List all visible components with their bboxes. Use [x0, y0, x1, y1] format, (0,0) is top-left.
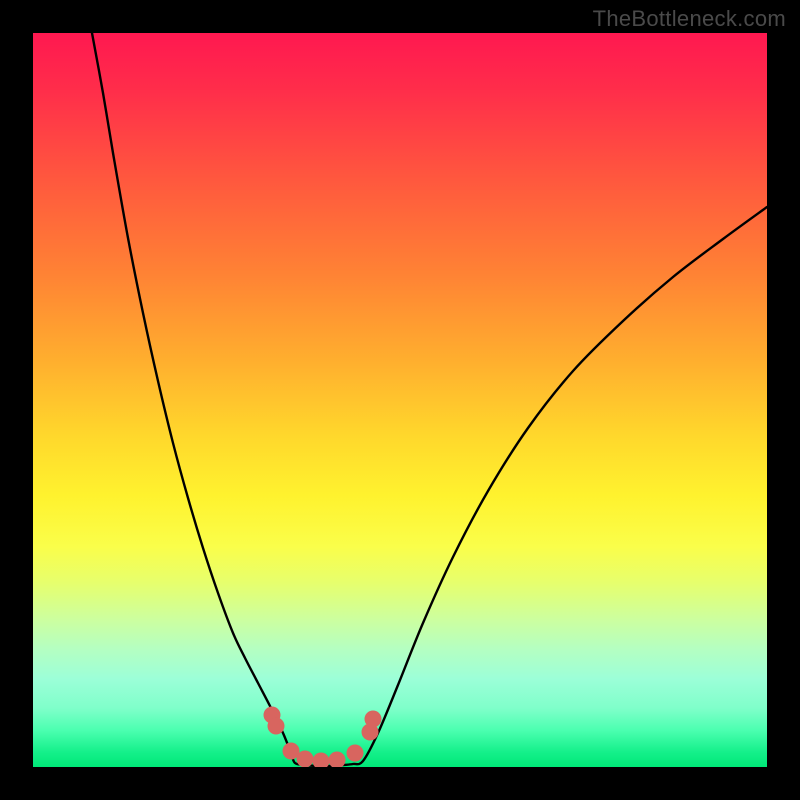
marker-dot [268, 718, 285, 735]
marker-dot [313, 753, 330, 768]
marker-dot [365, 711, 382, 728]
chart-plot-area [33, 33, 767, 767]
marker-dot [329, 752, 346, 768]
chart-svg [33, 33, 767, 767]
marker-dot [297, 751, 314, 768]
watermark-text: TheBottleneck.com [593, 6, 786, 32]
marker-dot [347, 745, 364, 762]
bottleneck-curve [92, 33, 767, 766]
chart-frame: TheBottleneck.com [0, 0, 800, 800]
